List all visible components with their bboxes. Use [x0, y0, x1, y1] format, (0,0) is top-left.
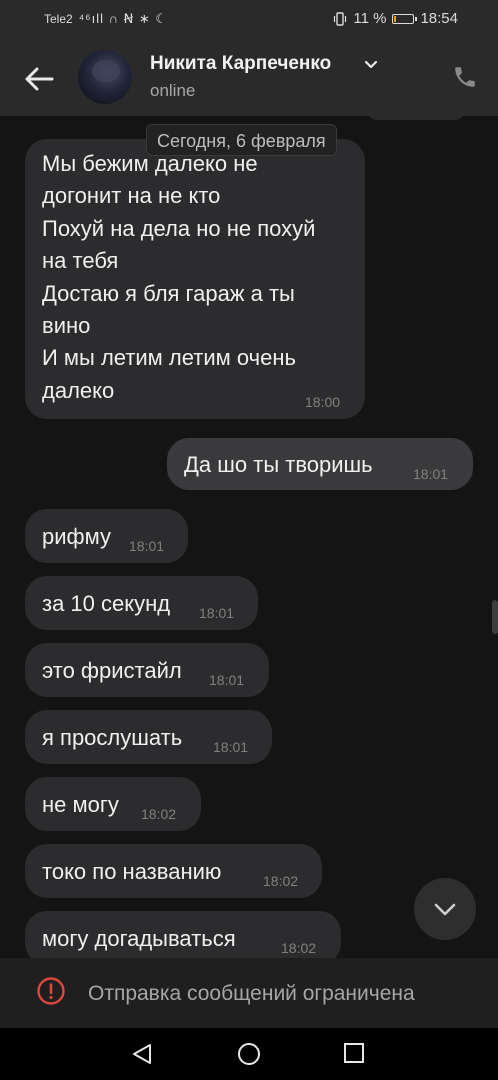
message-time: 18:01: [213, 739, 249, 755]
message-text: Да шо ты творишь: [184, 452, 373, 477]
status-right: 11 % 18:54: [333, 10, 458, 27]
chevron-down-icon[interactable]: [364, 58, 378, 72]
battery-fill: [394, 15, 397, 22]
message-bubble[interactable]: Да шо ты творишь 18:01: [167, 438, 473, 490]
message-time: 18:01: [199, 605, 235, 621]
restriction-text: Отправка сообщений ограничена: [88, 982, 415, 1005]
message-time: 18:01: [413, 466, 449, 482]
carrier-label: Tele2: [44, 12, 73, 26]
message-list[interactable]: Сегодня, 6 февраля Мы бежим далеко не до…: [0, 116, 498, 958]
message-bubble[interactable]: это фристайл 18:01: [25, 643, 269, 697]
previous-message-bubble: [366, 116, 466, 120]
avatar[interactable]: [78, 50, 132, 104]
date-separator: Сегодня, 6 февраля: [146, 124, 337, 156]
message-time: 18:00: [305, 394, 341, 410]
warning-icon: [37, 977, 65, 1005]
message-bubble[interactable]: рифму 18:01: [25, 509, 188, 563]
message-text: рифму: [42, 524, 111, 549]
battery-icon: [392, 13, 418, 24]
nav-home-icon[interactable]: [237, 1042, 261, 1066]
nav-back-icon[interactable]: [130, 1042, 154, 1066]
message-time: 18:02: [141, 806, 177, 822]
clock: 18:54: [420, 10, 458, 27]
message-time: 18:01: [129, 538, 165, 554]
scrollbar[interactable]: [492, 600, 498, 634]
system-nav-bar: [0, 1028, 498, 1080]
message-time: 18:01: [209, 672, 245, 688]
back-arrow-icon[interactable]: [22, 62, 56, 96]
nav-recent-apps-icon[interactable]: [343, 1042, 365, 1064]
chevron-down-icon: [434, 903, 456, 916]
message-bubble[interactable]: токо по названию 18:02: [25, 844, 322, 898]
message-text: токо по названию: [42, 859, 222, 884]
message-text: не могу: [42, 792, 119, 817]
message-text: Мы бежим далеко не догонит на не кто Пох…: [42, 151, 316, 403]
status-left: Tele2 ⁴⁶ıll ∩ Ꞥ ∗ ☾: [44, 11, 168, 27]
status-bar: Tele2 ⁴⁶ıll ∩ Ꞥ ∗ ☾ 11 % 18:54: [0, 0, 498, 38]
contact-status: online: [150, 81, 196, 100]
message-bubble[interactable]: не могу 18:02: [25, 777, 201, 831]
message-bubble[interactable]: я прослушать 18:01: [25, 710, 272, 764]
scroll-down-button[interactable]: [414, 878, 476, 940]
message-time: 18:02: [263, 873, 299, 889]
chat-header: Никита Карпеченко online: [0, 38, 498, 116]
status-icons: ⁴⁶ıll ∩ Ꞥ ∗ ☾: [78, 11, 169, 26]
message-text: я прослушать: [42, 725, 183, 750]
message-text: за 10 секунд: [42, 591, 171, 616]
message-text: это фристайл: [42, 658, 182, 683]
message-bubble[interactable]: за 10 секунд 18:01: [25, 576, 258, 630]
contact-name[interactable]: Никита Карпеченко: [150, 53, 331, 75]
message-time: 18:02: [281, 940, 317, 956]
restriction-banner: Отправка сообщений ограничена: [0, 958, 498, 1028]
message-bubble[interactable]: могу догадываться 18:02: [25, 911, 341, 958]
message-text: могу догадываться: [42, 926, 236, 951]
message-bubble[interactable]: Мы бежим далеко не догонит на не кто Пох…: [25, 139, 365, 419]
phone-icon[interactable]: [452, 64, 478, 90]
vibrate-icon: [334, 11, 347, 26]
battery-percent: 11 %: [353, 10, 387, 27]
